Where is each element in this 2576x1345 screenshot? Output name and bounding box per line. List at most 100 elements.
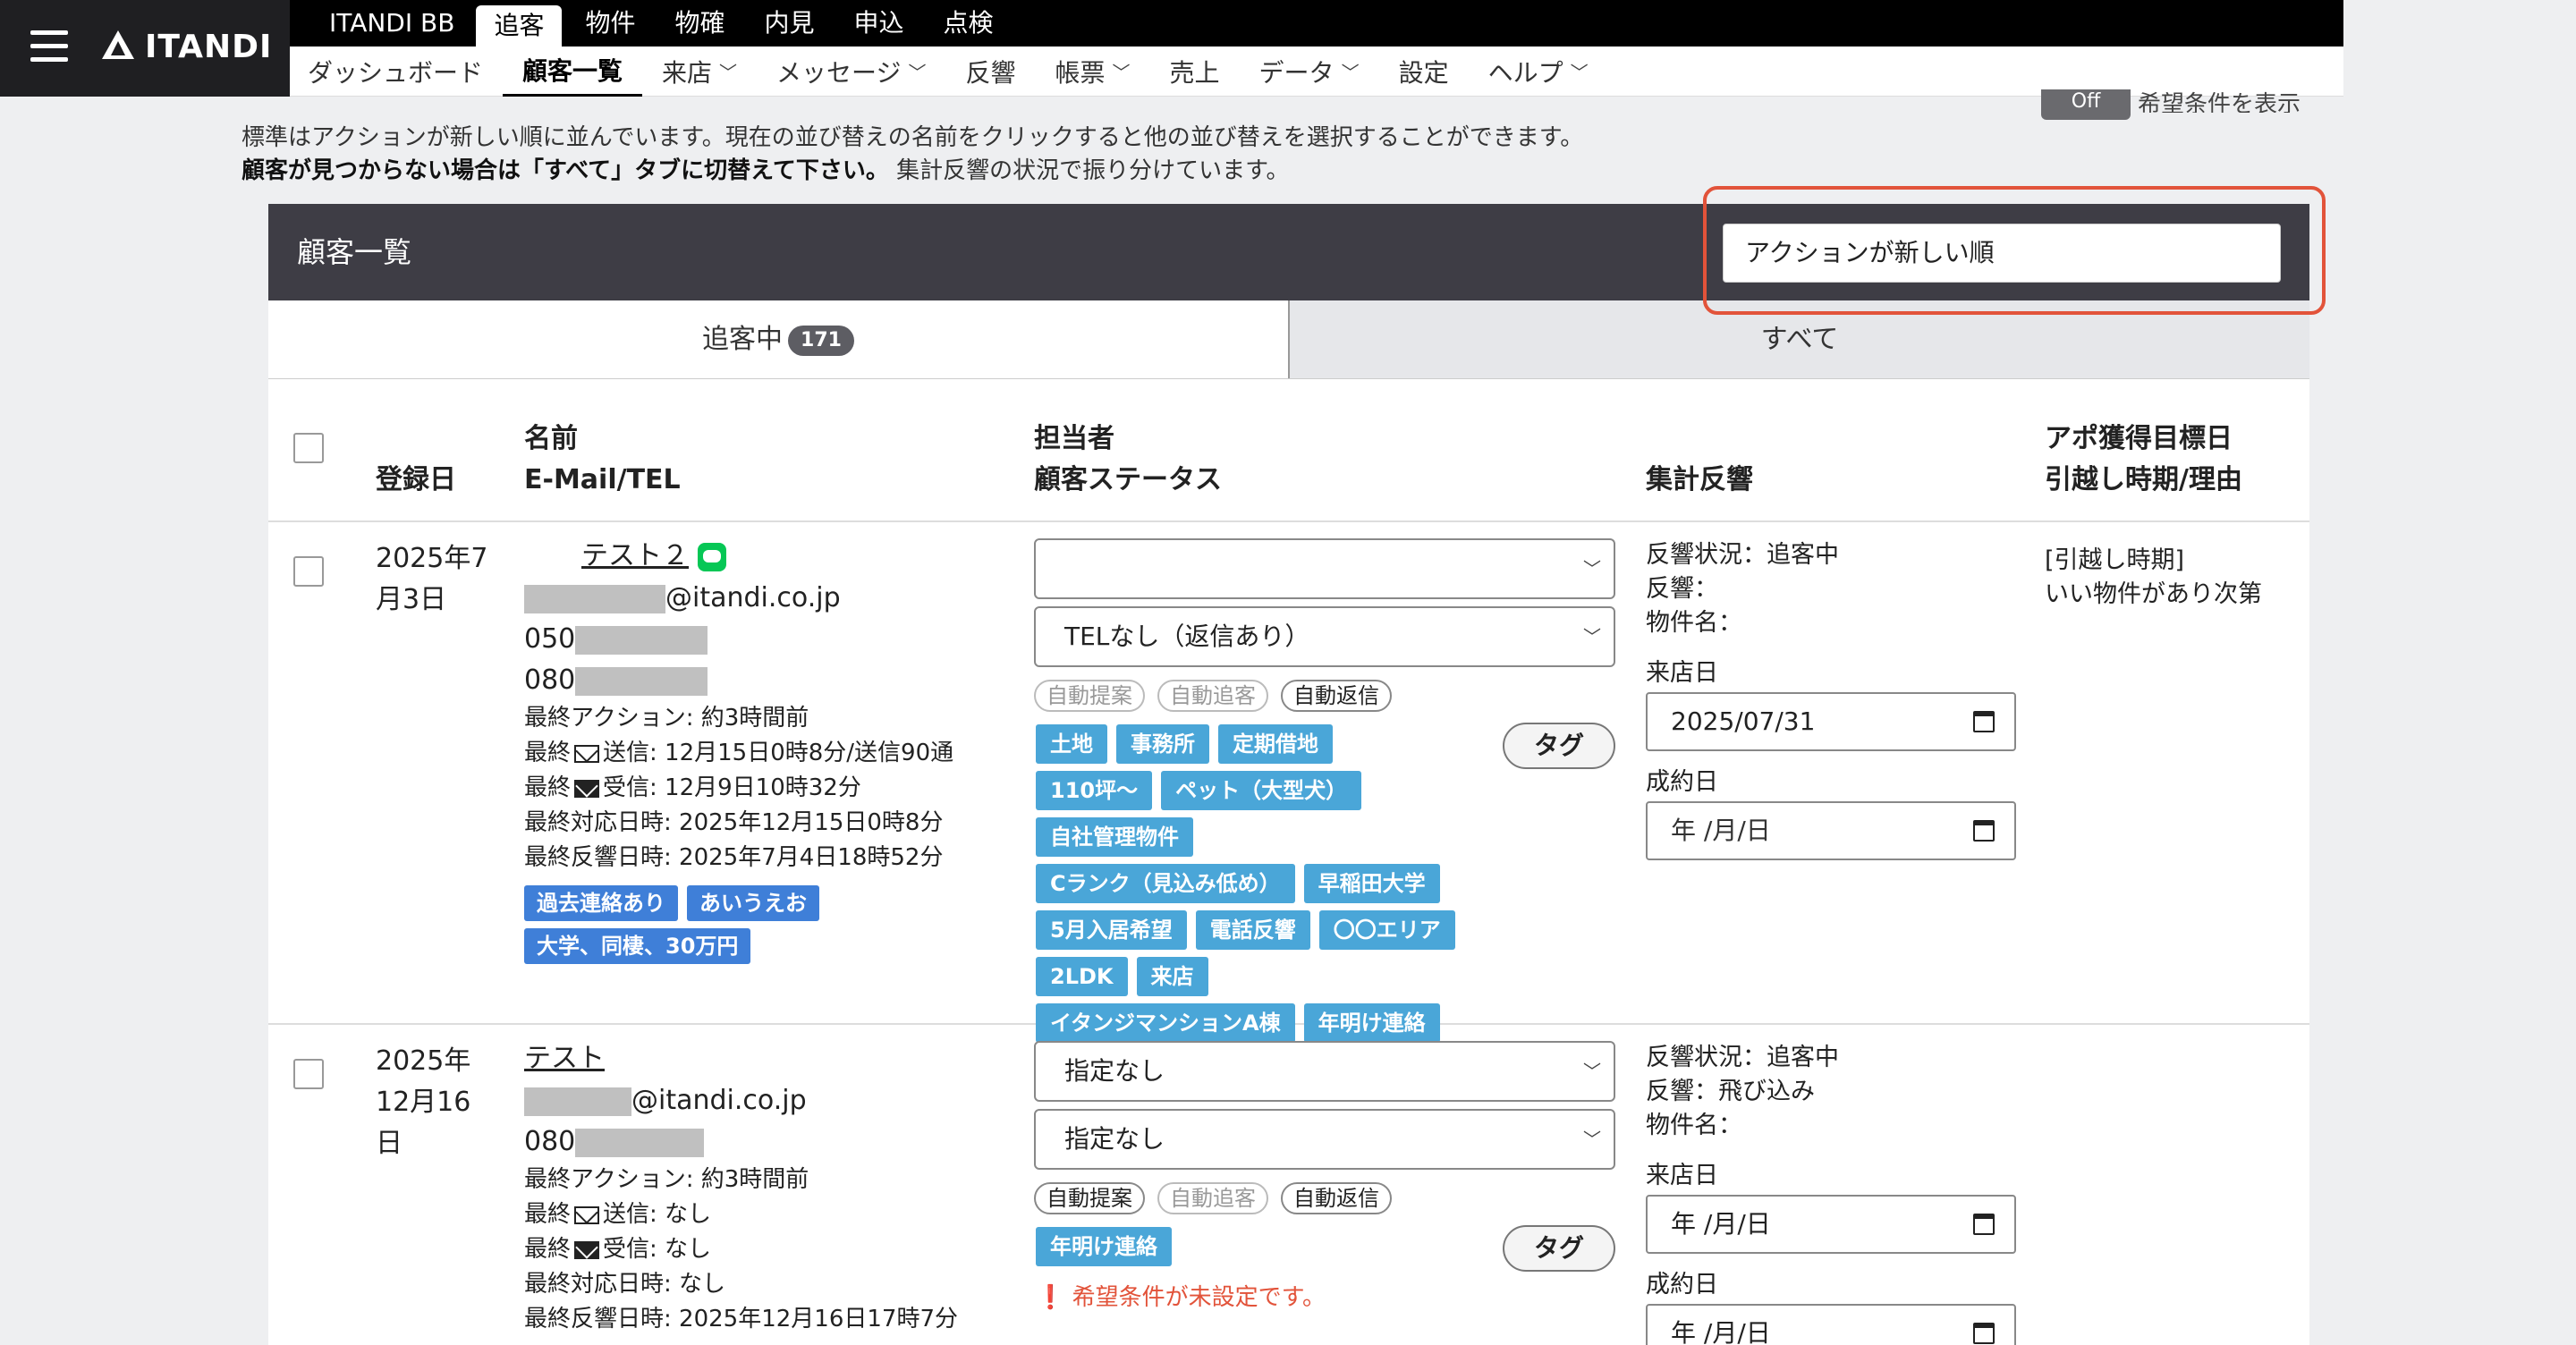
tag: 土地 [1036, 724, 1107, 764]
col-response[interactable]: 集計反響 [1646, 460, 1753, 501]
email-domain: @itandi.co.jp [631, 1085, 807, 1116]
tag: 110坪〜 [1036, 771, 1153, 810]
tag: 年明け連絡 [1036, 1227, 1172, 1266]
tel-1: 050 [524, 619, 708, 660]
last-received-prefix: 最終 [524, 774, 572, 801]
warning-message: ❗ 希望条件が未設定です。 [1036, 1279, 1326, 1312]
top-bar: ITANDI ITANDI BB 追客 物件 物確 内見 申込 点検 ダッシュボ… [0, 0, 2576, 97]
warning-icon: ❗ [1036, 1284, 1065, 1311]
tel-1-prefix: 080 [524, 1126, 576, 1157]
tab-tracking[interactable]: 追客中 171 [268, 300, 1290, 378]
col-move: 引越し時期/理由 [2045, 464, 2242, 495]
label-badge: 過去連絡あり [524, 885, 678, 921]
col-reg-date[interactable]: 登録日 [376, 460, 456, 501]
subnav-message[interactable]: メッセージ ﹀ [757, 47, 945, 97]
subnav-settings[interactable]: 設定 [1379, 47, 1469, 97]
tag-list: 土地 事務所 定期借地 110坪〜 ペット（大型犬） 自社管理物件 Cランク（見… [1036, 724, 1456, 1043]
last-received: 最終 受信: なし [524, 1232, 958, 1267]
nav-tsuikyaku[interactable]: 追客 [476, 5, 563, 47]
nav-tenken[interactable]: 点検 [924, 0, 1013, 47]
chevron-down-icon: ﹀ [908, 62, 927, 83]
email: @itandi.co.jp [524, 578, 841, 619]
last-action: 最終アクション: 約3時間前 [524, 705, 809, 732]
row-checkbox[interactable] [293, 556, 324, 587]
activity-info: 最終アクション: 約3時間前 最終 送信: なし 最終 受信: なし 最終対応日時:… [524, 1163, 958, 1337]
visit-date-input[interactable]: 年 /月/日 [1646, 1195, 2016, 1254]
tag: 早稲田大学 [1303, 864, 1440, 903]
last-sent-prefix: 最終 [524, 740, 572, 766]
col-name[interactable]: 名前 [524, 419, 578, 460]
tag-edit-button[interactable]: タグ [1503, 1225, 1615, 1272]
last-reply: 最終対応日時: 2025年12月15日0時8分 [524, 809, 944, 836]
nav-naiken[interactable]: 内見 [744, 0, 834, 47]
nav-bukken[interactable]: 物件 [565, 0, 655, 47]
mail-outline-icon [574, 1205, 600, 1224]
last-sent-text: 送信: 12月15日0時8分/送信90通 [603, 740, 954, 766]
hamburger-menu-icon[interactable] [30, 30, 68, 63]
preference-toggle-label: 希望条件を表示 [2138, 91, 2301, 113]
line-icon [698, 542, 726, 571]
masked-email [524, 1087, 631, 1116]
tag: 〇〇エリア [1318, 910, 1455, 950]
last-sent: 最終 送信: なし [524, 1197, 958, 1232]
customer-name-link[interactable]: テスト [524, 1043, 605, 1074]
masked-tel [575, 1128, 705, 1157]
col-appointment[interactable]: アポ獲得目標日 [2045, 419, 2233, 460]
col-status[interactable]: 顧客ステータス [1034, 460, 1222, 501]
tel-2: 080 [524, 660, 708, 701]
status-select[interactable]: 指定なし ﹀ [1034, 1109, 1615, 1170]
col-assignee[interactable]: 担当者 [1034, 419, 1114, 460]
auto-reply-flag: 自動返信 [1281, 680, 1392, 712]
calendar-icon[interactable] [1973, 1214, 1995, 1235]
subnav-label: 帳票 [1055, 57, 1106, 88]
subnav-customer-list[interactable]: 顧客一覧 [503, 47, 643, 97]
subnav-help[interactable]: ヘルプ ﹀ [1469, 47, 1608, 97]
customer-name-row: テスト２ [581, 537, 726, 576]
last-sent-text: 送信: なし [603, 1201, 712, 1228]
preference-toggle[interactable]: Off [2041, 89, 2131, 120]
status-select[interactable]: TELなし（返信あり） ﹀ [1034, 606, 1615, 667]
calendar-icon[interactable] [1973, 1323, 1995, 1344]
customer-panel: 顧客一覧 アクションが新しい順 追客中 171 すべて 登録日 名前 E-Mail… [268, 204, 2309, 1345]
subnav-label: ヘルプ [1487, 57, 1563, 88]
calendar-icon[interactable] [1973, 820, 1995, 842]
response-source: 反響：飛び込み [1646, 1078, 1815, 1105]
warning-text: 希望条件が未設定です。 [1072, 1284, 1326, 1311]
subnav-forms[interactable]: 帳票 ﹀ [1036, 47, 1150, 97]
row-checkbox[interactable] [293, 1059, 324, 1089]
contract-date-input[interactable]: 年 /月/日 [1646, 801, 2016, 860]
last-sent: 最終 送信: 12月15日0時8分/送信90通 [524, 736, 953, 771]
subnav-visit[interactable]: 来店 ﹀ [642, 47, 757, 97]
select-all-checkbox[interactable] [293, 433, 324, 463]
assignee-select[interactable]: 指定なし ﹀ [1034, 1041, 1615, 1102]
info-text: 標準はアクションが新しい順に並んでいます。現在の並び替えの名前をクリックすると他… [242, 122, 1583, 188]
last-received-text: 受信: なし [603, 1236, 712, 1263]
mail-outline-icon [574, 744, 600, 763]
customer-name-link[interactable]: テスト２ [581, 540, 689, 571]
tag: 来店 [1136, 957, 1208, 996]
nav-bukkaku[interactable]: 物確 [655, 0, 744, 47]
itandi-logo[interactable]: ITANDI [100, 27, 272, 66]
masked-tel [575, 625, 708, 655]
tag: 自社管理物件 [1036, 817, 1193, 857]
nav-itandi-bb[interactable]: ITANDI BB [290, 0, 472, 47]
last-response: 最終反響日時: 2025年7月4日18時52分 [524, 844, 944, 871]
assignee-select[interactable]: ﹀ [1034, 538, 1615, 599]
tab-tracking-label: 追客中 [702, 324, 784, 355]
response-status: 反響状況：追客中 [1646, 541, 1839, 569]
info-line-2-rest: 集計反響の状況で振り分けています。 [896, 157, 1290, 184]
visit-date-input[interactable]: 2025/07/31 [1646, 692, 2016, 751]
contract-date-input[interactable]: 年 /月/日 [1646, 1304, 2016, 1345]
tag-edit-button[interactable]: タグ [1503, 723, 1615, 769]
property-name: 物件名： [1646, 609, 1742, 637]
subnav-response[interactable]: 反響 [946, 47, 1036, 97]
info-line-1: 標準はアクションが新しい順に並んでいます。現在の並び替えの名前をクリックすると他… [242, 124, 1584, 151]
subnav-sales[interactable]: 売上 [1150, 47, 1240, 97]
response-info: 反響状況：追客中 反響： 物件名： [1646, 538, 1839, 640]
label-badge: 大学、同棲、30万円 [524, 928, 751, 964]
nav-moushikomi[interactable]: 申込 [835, 0, 924, 47]
subnav-dashboard[interactable]: ダッシュボード [290, 47, 503, 97]
calendar-icon[interactable] [1973, 711, 1995, 732]
subnav-data[interactable]: データ ﹀ [1240, 47, 1379, 97]
response-source: 反響： [1646, 575, 1718, 603]
